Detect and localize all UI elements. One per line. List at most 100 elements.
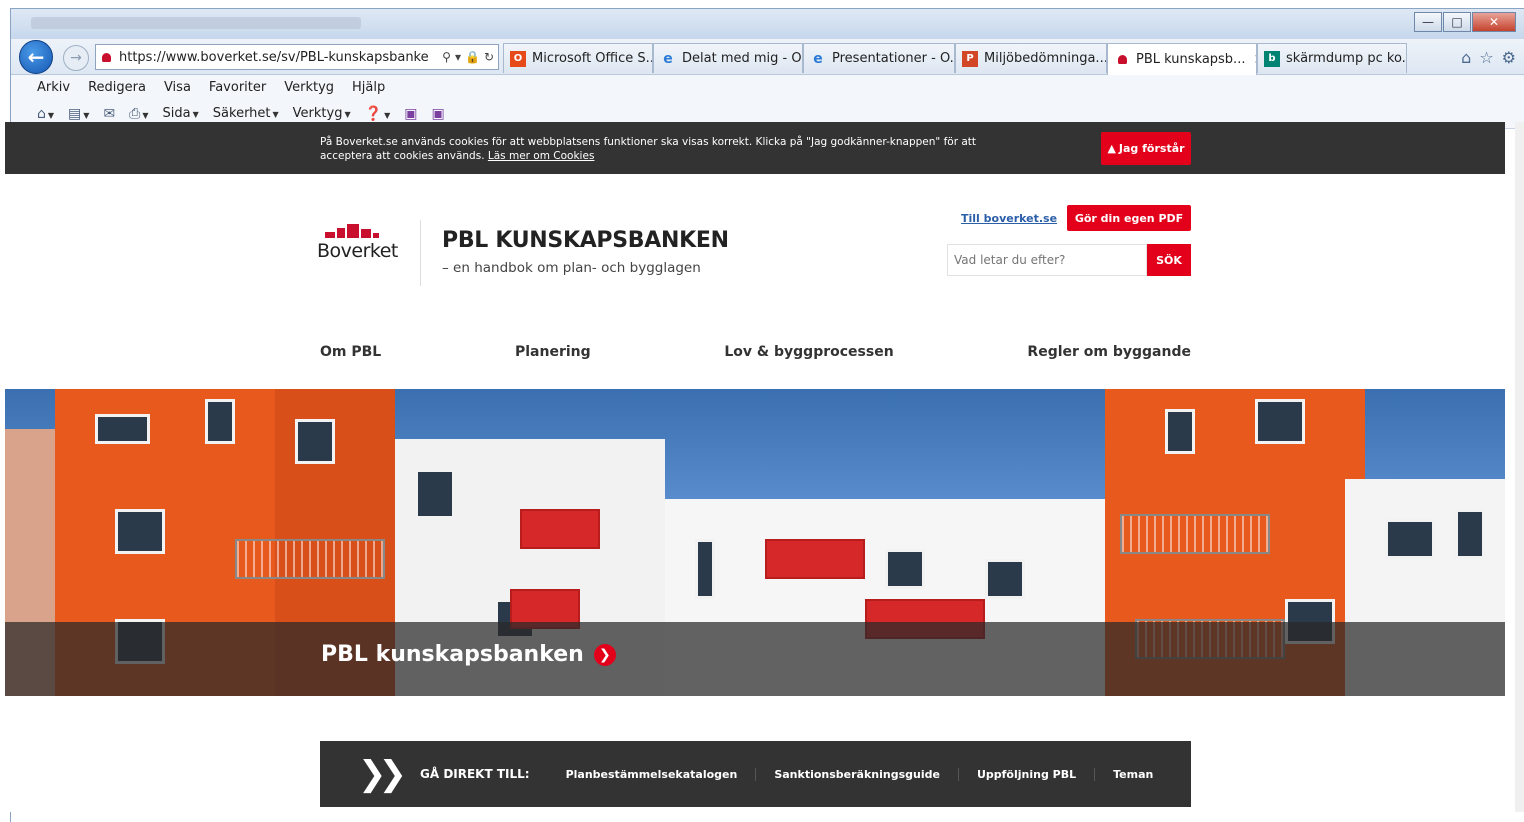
tab-4-active[interactable]: PBL kunskapsb... ✕	[1107, 43, 1257, 75]
header-divider	[420, 220, 421, 286]
navigation-bar: ← → https://www.boverket.se/sv/PBL-kunsk…	[11, 39, 1524, 75]
cookie-accept-button[interactable]: ▲ Jag förstår	[1101, 132, 1191, 165]
chevron-right-icon: ❯	[593, 643, 616, 666]
tools-menu[interactable]: Verktyg ▼	[293, 106, 351, 121]
boverket-favicon	[1114, 52, 1130, 68]
close-window-button[interactable]: ✕	[1472, 12, 1516, 32]
url-text[interactable]: https://www.boverket.se/sv/PBL-kunskapsb…	[119, 50, 429, 65]
print-icon[interactable]: ⎙ ▼	[129, 106, 148, 122]
direct-links-bar: ❯❯ GÅ DIREKT TILL: Planbestämmelsekatalo…	[320, 741, 1191, 807]
tab-label: Miljöbedömninga...	[984, 51, 1107, 66]
tab-1[interactable]: e Delat med mig - O...	[653, 43, 803, 73]
cookie-text-block: På Boverket.se används cookies för att w…	[320, 135, 1010, 163]
safety-menu-label: Säkerhet	[212, 106, 271, 121]
tab-label: Delat med mig - O...	[682, 51, 803, 66]
logo-text: Boverket	[317, 240, 398, 262]
hero-red-balcony	[520, 509, 600, 549]
hero-red-balcony	[765, 539, 865, 579]
window-title-blurred	[31, 17, 361, 29]
page-viewport: På Boverket.se används cookies för att w…	[5, 122, 1505, 812]
main-navigation: Om PBL Planering Lov & byggprocessen Reg…	[320, 344, 1191, 360]
nav-om-pbl[interactable]: Om PBL	[320, 344, 381, 360]
tab-label: skärmdump pc ko...	[1286, 51, 1407, 66]
menu-bar: Arkiv Redigera Visa Favoriter Verktyg Hj…	[11, 75, 1524, 99]
window-controls: — □ ✕	[1414, 12, 1516, 32]
cookie-more-link[interactable]: Läs mer om Cookies	[488, 150, 595, 162]
hero-balcony	[1120, 514, 1270, 554]
hero-caption-band	[5, 622, 1505, 696]
direct-link-teman[interactable]: Teman	[1095, 768, 1171, 781]
tools-menu-label: Verktyg	[292, 106, 343, 121]
site-title[interactable]: PBL KUNSKAPSBANKEN	[442, 228, 729, 253]
forward-button[interactable]: →	[63, 45, 89, 71]
make-pdf-button[interactable]: Gör din egen PDF	[1067, 205, 1191, 231]
maximize-button[interactable]: □	[1443, 12, 1471, 32]
cookie-banner: På Boverket.se används cookies för att w…	[5, 122, 1505, 174]
site-favicon	[102, 52, 111, 62]
home-cmd-icon[interactable]: ⌂ ▼	[37, 106, 54, 122]
menu-verktyg[interactable]: Verktyg	[284, 80, 334, 95]
lock-icon[interactable]: 🔒	[465, 50, 480, 64]
tab-label: PBL kunskapsb...	[1136, 52, 1246, 67]
direct-links: Planbestämmelsekatalogen Sanktionsberäkn…	[548, 767, 1172, 781]
logo-roof-icon	[325, 222, 397, 238]
to-boverket-link[interactable]: Till boverket.se	[961, 212, 1057, 225]
refresh-icon[interactable]: ↻	[484, 50, 494, 64]
ie-icon: e	[813, 50, 823, 67]
tab-0[interactable]: O Microsoft Office S...	[503, 43, 653, 73]
safety-menu[interactable]: Säkerhet ▼	[213, 106, 279, 121]
back-arrow-icon: ←	[27, 45, 45, 69]
address-tools: ⚲ ▾ 🔒 ↻	[442, 50, 498, 64]
menu-arkiv[interactable]: Arkiv	[37, 80, 70, 95]
menu-visa[interactable]: Visa	[164, 80, 191, 95]
direct-label: GÅ DIREKT TILL:	[420, 767, 530, 781]
search-input[interactable]	[947, 244, 1147, 276]
dropdown-icon[interactable]: ▾	[455, 50, 461, 64]
tab-2[interactable]: e Presentationer - O...	[803, 43, 955, 73]
back-button[interactable]: ←	[19, 40, 53, 74]
mail-icon[interactable]: ✉	[103, 106, 115, 122]
ie-icon: e	[663, 50, 673, 67]
cookie-accept-label: Jag förstår	[1118, 142, 1185, 155]
rss-feed-icon[interactable]: ▤ ▼	[68, 106, 89, 122]
menu-hjalp[interactable]: Hjälp	[352, 80, 385, 95]
bing-icon: b	[1264, 50, 1280, 67]
tab-label: Presentationer - O...	[832, 51, 955, 66]
tab-5[interactable]: b skärmdump pc ko...	[1257, 43, 1407, 73]
home-icon[interactable]: ⌂	[1461, 48, 1471, 67]
page-menu[interactable]: Sida ▼	[163, 106, 199, 121]
nav-regler-om-byggande[interactable]: Regler om byggande	[1027, 344, 1191, 360]
hero-balcony	[235, 539, 385, 579]
tab-3[interactable]: P Miljöbedömninga...	[955, 43, 1107, 73]
hero-banner[interactable]: PBL kunskapsbanken ❯	[5, 389, 1505, 696]
hero-title-link[interactable]: PBL kunskapsbanken ❯	[321, 642, 616, 667]
direct-link-planbestammelse[interactable]: Planbestämmelsekatalogen	[548, 767, 757, 781]
onenote-icon[interactable]: ▣	[404, 106, 417, 122]
search-icon[interactable]: ⚲	[442, 50, 451, 64]
hero-title: PBL kunskapsbanken	[321, 642, 584, 667]
search-button[interactable]: SÖK	[1147, 244, 1191, 276]
menu-redigera[interactable]: Redigera	[88, 80, 146, 95]
favorites-star-icon[interactable]: ☆	[1479, 48, 1493, 67]
nav-planering[interactable]: Planering	[515, 344, 591, 360]
cookie-text: På Boverket.se används cookies för att w…	[320, 136, 977, 162]
site-subtitle: – en handbok om plan- och bygglagen	[442, 260, 701, 276]
direct-link-uppfoljning[interactable]: Uppföljning PBL	[959, 767, 1096, 781]
boverket-logo[interactable]: Boverket	[317, 222, 398, 262]
page-scrollbar[interactable]	[1515, 122, 1524, 812]
tab-label: Microsoft Office S...	[532, 51, 653, 66]
settings-gear-icon[interactable]: ⚙	[1502, 48, 1516, 67]
title-bar: — □ ✕	[11, 9, 1524, 39]
browser-right-icons: ⌂ ☆ ⚙	[1461, 48, 1516, 67]
minimize-button[interactable]: —	[1414, 12, 1442, 32]
nav-lov-byggprocessen[interactable]: Lov & byggprocessen	[724, 344, 893, 360]
forward-arrow-icon: →	[70, 50, 82, 66]
page-menu-label: Sida	[162, 106, 191, 121]
thumbs-up-icon: ▲	[1107, 142, 1116, 155]
onenote-linked-icon[interactable]: ▣	[431, 106, 444, 122]
double-chevron-icon: ❯❯	[358, 754, 407, 794]
menu-favoriter[interactable]: Favoriter	[209, 80, 266, 95]
help-icon[interactable]: ❓ ▼	[365, 106, 391, 122]
direct-link-sanktion[interactable]: Sanktionsberäkningsguide	[756, 767, 959, 781]
address-bar[interactable]: https://www.boverket.se/sv/PBL-kunskapsb…	[95, 44, 499, 70]
